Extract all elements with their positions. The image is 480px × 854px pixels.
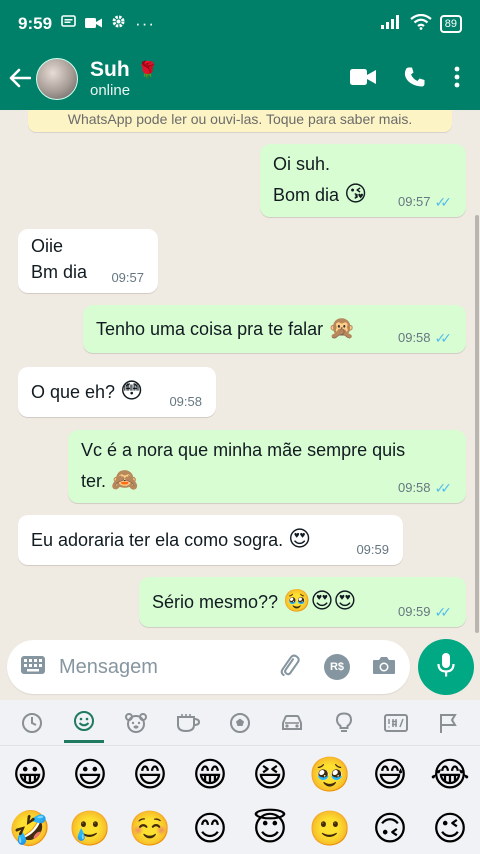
flag-icon[interactable] [428, 703, 468, 743]
message-text: Vc é a nora que minha mãe sempre quis te… [81, 440, 406, 492]
message-text: Oi suh. Bom dia 😘 [273, 154, 367, 206]
message-emoji: 🙈 [111, 467, 139, 492]
emoji-key[interactable]: 🤣 [9, 802, 51, 854]
rose-emoji: 🌹 [137, 61, 159, 81]
attach-icon[interactable] [276, 652, 302, 683]
keyboard-icon[interactable] [21, 655, 45, 679]
message-time: 09:58 [397, 330, 431, 345]
message-bubble-incoming[interactable]: O que eh? 😳 09:58 [18, 367, 216, 417]
emoji-key[interactable]: 😁 [192, 748, 227, 802]
read-ticks-icon: ✓✓ [434, 480, 453, 496]
message-meta: 09:59 ✓✓ [397, 604, 453, 620]
car-icon[interactable] [272, 703, 312, 743]
message-time: 09:59 [397, 604, 431, 619]
emoji-key[interactable]: 🥹 [309, 748, 351, 802]
message-emoji: 😳 [120, 378, 144, 403]
animal-icon[interactable] [116, 703, 156, 743]
menu-kebab-icon[interactable] [454, 66, 460, 93]
message-text: Eu adoraria ter ela como sogra. 😍 [31, 526, 312, 551]
message-time: 09:59 [356, 542, 389, 557]
encryption-notice[interactable]: WhatsApp pode ler ou ouvi-las. Toque par… [28, 110, 452, 132]
more-dots-icon: ··· [135, 14, 156, 33]
message-emoji: 🥹😍😍 [283, 588, 357, 613]
message-meta: 09:58 ✓✓ [397, 480, 453, 496]
emoji-key[interactable]: 😀 [12, 748, 47, 802]
settings-icon [111, 14, 126, 34]
emoji-key[interactable]: 😊 [192, 802, 227, 854]
contact-status: online [90, 82, 131, 100]
recent-icon[interactable] [12, 703, 52, 743]
message-meta: 09:58 [169, 395, 202, 409]
message-text: Sério mesmo?? 🥹😍😍 [152, 588, 357, 613]
payment-icon[interactable]: R$ [324, 654, 350, 680]
emoji-grid: 😀 😃 😄 😁 😆 🥹 😅 😂 🤣 🥲 ☺️ 😊 😇 🙂 🙃 😉 [0, 748, 480, 854]
voice-call-icon[interactable] [404, 66, 426, 93]
message-emoji: 🙊 [328, 315, 356, 340]
battery-indicator: 89 [439, 15, 462, 33]
emoji-category-tabs [0, 700, 480, 746]
message-emoji: 😘 [344, 181, 367, 206]
emoji-key[interactable]: 😂 [430, 748, 470, 802]
emoji-key[interactable]: 😇 [252, 802, 287, 854]
emoji-key[interactable]: 😉 [432, 802, 467, 854]
food-icon[interactable] [168, 703, 208, 743]
video-icon [85, 14, 103, 34]
mic-icon [437, 652, 455, 683]
contact-name: Suh [90, 58, 130, 82]
chat-area[interactable]: WhatsApp pode ler ou ouvi-las. Toque par… [0, 110, 480, 638]
emoji-key[interactable]: 🙂 [309, 802, 351, 854]
chat-header: Suh 🌹 online [0, 48, 480, 110]
message-bubble-outgoing[interactable]: Tenho uma coisa pra te falar 🙊 09:58 ✓✓ [83, 305, 466, 353]
avatar[interactable] [36, 58, 78, 100]
smiley-icon[interactable] [64, 703, 104, 743]
message-meta: 09:57 ✓✓ [397, 194, 453, 210]
message-bubble-outgoing[interactable]: Sério mesmo?? 🥹😍😍 09:59 ✓✓ [139, 577, 466, 627]
chat-scrollbar[interactable] [475, 215, 479, 633]
mic-button[interactable] [418, 639, 474, 695]
contact-info[interactable]: Suh 🌹 online [90, 58, 158, 99]
emoji-key[interactable]: 😅 [372, 748, 407, 802]
message-meta: 09:57 [111, 271, 144, 285]
message-text: Tenho uma coisa pra te falar 🙊 [96, 315, 356, 340]
emoji-key[interactable]: 🙃 [372, 802, 407, 854]
message-time: 09:57 [111, 270, 144, 285]
message-bubble-incoming[interactable]: Oiie Bm dia 09:57 [18, 229, 158, 293]
notice-text: WhatsApp pode ler ou ouvi-las. Toque par… [67, 111, 413, 127]
emoji-key[interactable]: 😄 [132, 748, 167, 802]
signal-icon [380, 14, 402, 35]
camera-icon[interactable] [372, 655, 396, 680]
message-time: 09:58 [169, 394, 202, 409]
message-time: 09:57 [397, 194, 431, 209]
message-time: 09:58 [397, 480, 431, 495]
emoji-keyboard: 😀 😃 😄 😁 😆 🥹 😅 😂 🤣 🥲 ☺️ 😊 😇 🙂 🙃 😉 [0, 700, 480, 854]
message-emoji: 😍 [288, 526, 312, 551]
status-time: 9:59 [18, 14, 53, 33]
emoji-key[interactable]: 😆 [252, 748, 287, 802]
read-ticks-icon: ✓✓ [434, 194, 453, 210]
message-bubble-outgoing[interactable]: Vc é a nora que minha mãe sempre quis te… [68, 430, 466, 503]
message-input[interactable] [59, 655, 249, 679]
message-icon [61, 14, 76, 34]
read-ticks-icon: ✓✓ [434, 604, 453, 620]
message-meta: 09:58 ✓✓ [397, 330, 453, 346]
message-meta: 09:59 [356, 543, 389, 557]
back-arrow-icon[interactable] [8, 64, 32, 95]
emoji-key[interactable]: 🥲 [69, 802, 111, 854]
message-text: Oiie Bm dia [31, 236, 88, 282]
message-bubble-outgoing[interactable]: Oi suh. Bom dia 😘 09:57 ✓✓ [260, 144, 466, 217]
emoji-key[interactable]: 😃 [72, 748, 107, 802]
wifi-icon [410, 13, 432, 35]
bulb-icon[interactable] [324, 703, 364, 743]
emoji-key[interactable]: ☺️ [129, 802, 171, 854]
message-composer: R$ [0, 638, 480, 700]
read-ticks-icon: ✓✓ [434, 330, 453, 346]
symbols-icon[interactable] [376, 703, 416, 743]
message-bubble-incoming[interactable]: Eu adoraria ter ela como sogra. 😍 09:59 [18, 515, 403, 565]
status-bar: 9:59 ··· 89 [0, 0, 480, 48]
sports-icon[interactable] [220, 703, 260, 743]
message-text: O que eh? 😳 [31, 378, 144, 403]
message-input-pill[interactable]: R$ [7, 640, 410, 694]
video-call-icon[interactable] [350, 68, 376, 91]
